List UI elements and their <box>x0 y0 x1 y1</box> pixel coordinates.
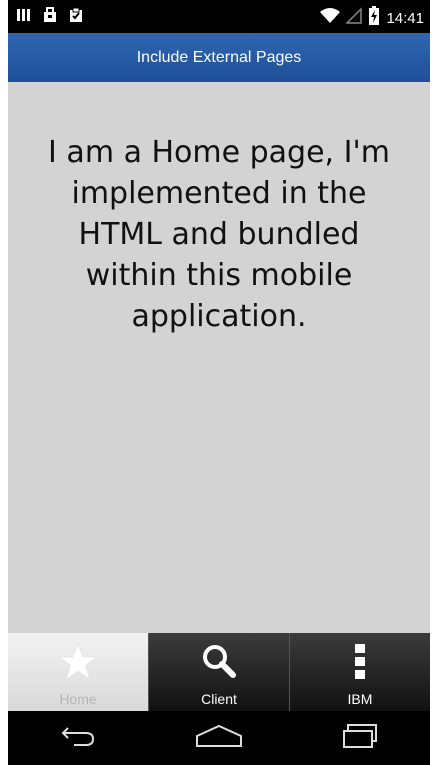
star-icon <box>59 643 97 684</box>
tab-client[interactable]: Client <box>148 633 289 711</box>
home-icon <box>195 724 243 753</box>
status-left-icons <box>16 7 84 28</box>
tab-ibm-label: IBM <box>347 691 373 707</box>
system-nav-bar <box>8 711 430 765</box>
home-nav-button[interactable] <box>189 718 249 758</box>
tab-home[interactable]: Home <box>8 633 148 711</box>
screen: 14:41 Include External Pages I am a Home… <box>8 0 430 765</box>
wifi-icon <box>320 7 341 30</box>
back-icon <box>60 724 96 753</box>
tab-client-label: Client <box>201 691 237 707</box>
back-button[interactable] <box>48 718 108 758</box>
tab-home-label: Home <box>59 691 97 707</box>
status-bar: 14:41 <box>8 0 430 33</box>
signal-bars-icon <box>16 7 32 28</box>
recent-apps-icon <box>342 723 378 754</box>
clipboard-check-icon <box>68 7 84 28</box>
recent-apps-button[interactable] <box>330 718 390 758</box>
more-vertical-icon <box>353 643 367 684</box>
home-content: I am a Home page, I'm implemented in the… <box>8 82 430 633</box>
app-header: Include External Pages <box>8 33 430 82</box>
search-icon <box>201 643 237 682</box>
status-right-icons: 14:41 <box>320 6 424 31</box>
cell-signal-icon <box>345 7 363 30</box>
tab-ibm[interactable]: IBM <box>289 633 430 711</box>
bag-icon <box>42 7 58 28</box>
page-title: Include External Pages <box>136 48 302 66</box>
battery-charging-icon <box>368 6 380 31</box>
device-frame: 14:41 Include External Pages I am a Home… <box>0 0 433 765</box>
home-message: I am a Home page, I'm implemented in the… <box>48 135 390 334</box>
status-time: 14:41 <box>386 9 424 27</box>
tab-bar: Home Client IBM <box>8 633 430 711</box>
